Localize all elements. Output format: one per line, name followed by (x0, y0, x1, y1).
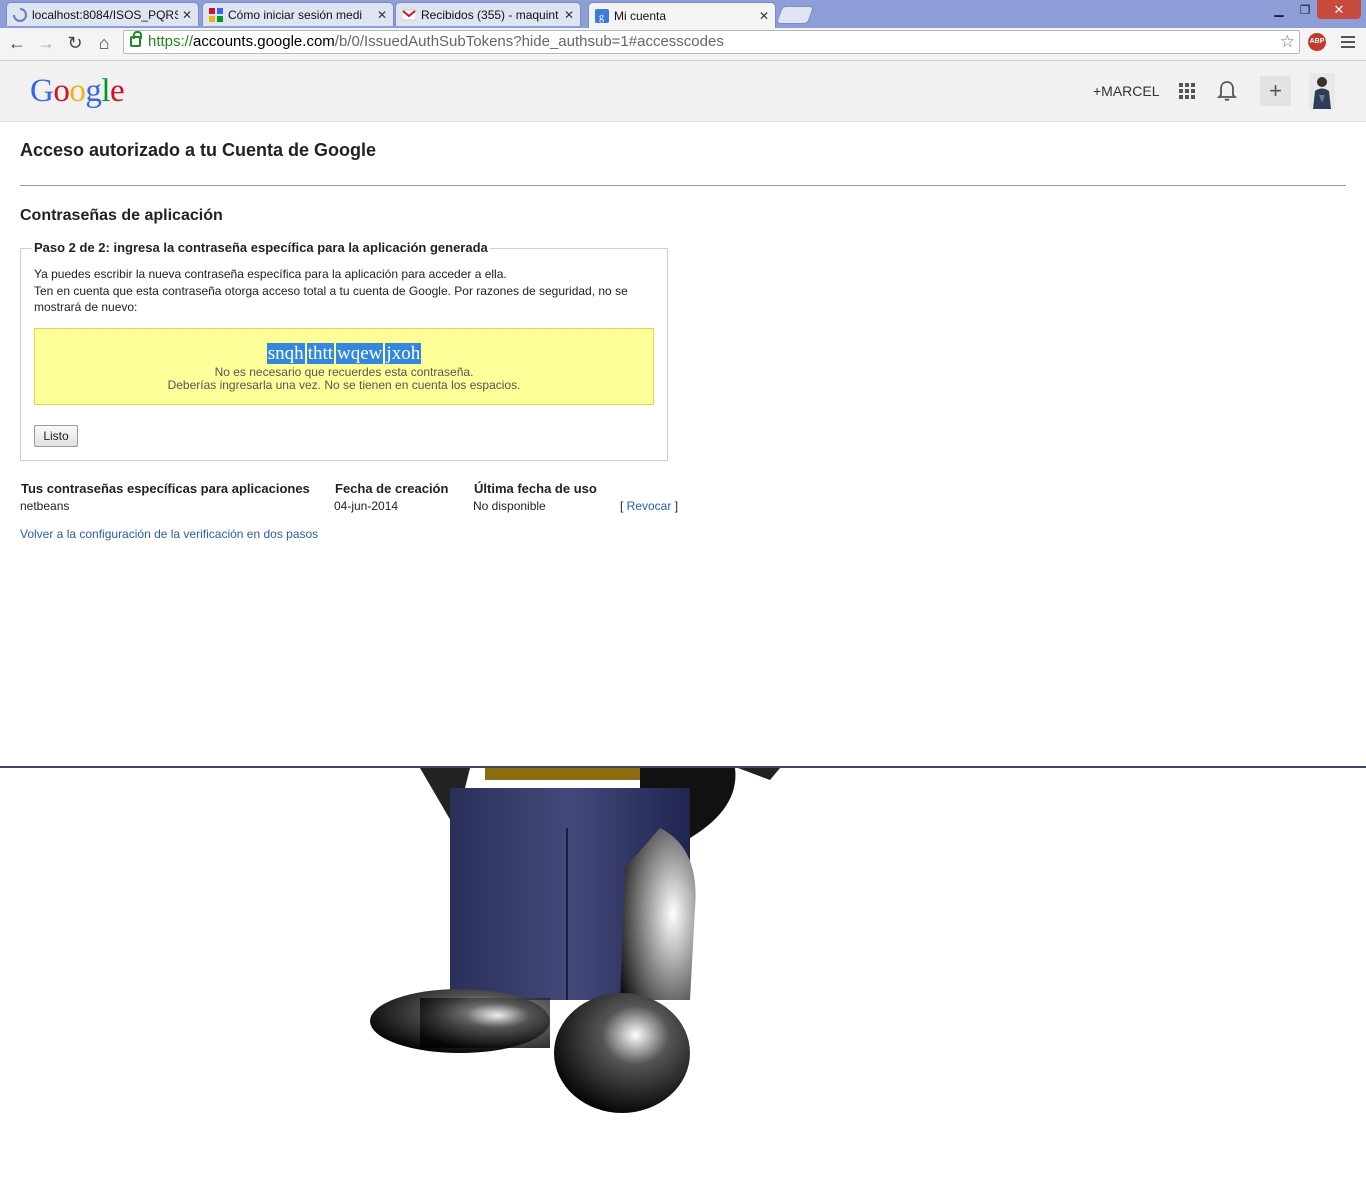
password-group: jxoh (385, 343, 422, 364)
bookmark-star-icon[interactable]: ☆ (1280, 31, 1295, 53)
logo-letter: G (30, 73, 54, 109)
google-header: Google +MARCEL + (0, 61, 1366, 122)
adblock-plus-icon[interactable]: ABP (1308, 33, 1326, 51)
divider (20, 185, 1346, 186)
reload-icon[interactable]: ↻ (64, 32, 86, 54)
intro-line: Ten en cuenta que esta contraseña otorga… (34, 283, 628, 315)
app-password-last-used: No disponible (473, 499, 546, 513)
logo-letter: o (69, 73, 86, 109)
browser-toolbar: ← → ↻ ⌂ https://accounts.google.com/b/0/… (0, 28, 1366, 61)
account-avatar[interactable] (1309, 73, 1335, 109)
svg-text:g: g (599, 12, 604, 23)
tab-title: Cómo iniciar sesión medi (228, 7, 363, 22)
tab-title: Recibidos (355) - maquint (421, 7, 559, 22)
done-button[interactable]: Listo (34, 425, 78, 447)
back-icon[interactable]: ← (6, 32, 28, 54)
loading-icon (13, 7, 27, 22)
url-path: /b/0/IssuedAuthSubTokens?hide_authsub=1#… (334, 33, 724, 50)
column-header-name: Tus contraseñas específicas para aplicac… (21, 481, 310, 496)
revoke-wrapper: [ Revocar ] (620, 499, 679, 513)
restore-icon[interactable]: ❐ (1290, 0, 1320, 20)
page-title: Acceso autorizado a tu Cuenta de Google (20, 140, 377, 160)
browser-tab-sites[interactable]: Cómo iniciar sesión medi ✕ (202, 2, 394, 26)
browser-tab-gmail[interactable]: Recibidos (355) - maquint ✕ (395, 2, 581, 26)
revoke-link[interactable]: Revocar (627, 499, 672, 513)
notifications-bell-icon[interactable] (1216, 80, 1238, 102)
gmail-icon (401, 8, 417, 22)
column-header-last-used: Última fecha de uso (474, 481, 597, 496)
url-host: accounts.google.com (193, 33, 335, 50)
tab-close-icon[interactable]: ✕ (759, 9, 769, 23)
desktop-wallpaper-figure (0, 768, 1366, 1181)
forward-icon[interactable]: → (35, 32, 57, 54)
tab-close-icon[interactable]: ✕ (182, 8, 192, 22)
google-g-icon: g (595, 8, 609, 23)
lock-icon (130, 31, 142, 47)
url-scheme: https:// (148, 33, 194, 50)
app-password-created: 04-jun-2014 (334, 499, 399, 513)
password-note-line: Deberías ingresarla una vez. No se tiene… (167, 378, 521, 392)
generated-password[interactable]: snqh thtt wqew jxoh (35, 343, 653, 365)
tab-title: Mi cuenta (614, 8, 667, 23)
google-logo[interactable]: Google (30, 73, 125, 110)
new-tab-button[interactable] (775, 6, 815, 24)
tab-title: localhost:8084/ISOS_PQRS (32, 7, 178, 22)
logo-letter: l (101, 73, 111, 109)
window-close-icon[interactable]: ✕ (1317, 0, 1361, 19)
logo-letter: o (53, 73, 70, 109)
browser-menu-icon[interactable] (1341, 36, 1355, 51)
browser-tab-localhost[interactable]: localhost:8084/ISOS_PQRS ✕ (6, 2, 199, 26)
password-note: No es necesario que recuerdes esta contr… (35, 366, 653, 392)
apps-grid-icon[interactable] (1179, 83, 1195, 99)
home-icon[interactable]: ⌂ (93, 32, 115, 54)
tab-close-icon[interactable]: ✕ (564, 8, 574, 22)
address-bar[interactable]: https://accounts.google.com/b/0/IssuedAu… (123, 30, 1300, 54)
browser-tab-mi-cuenta[interactable]: g Mi cuenta ✕ (588, 2, 776, 28)
logo-letter: e (110, 73, 125, 109)
google-plus-profile-link[interactable]: +MARCEL (1093, 83, 1160, 99)
google-sites-icon (209, 7, 223, 22)
section-title: Contraseñas de aplicación (20, 207, 223, 224)
back-to-2sv-settings-link[interactable]: Volver a la configuración de la verifica… (20, 527, 318, 541)
logo-letter: g (85, 73, 102, 109)
column-header-created: Fecha de creación (335, 481, 449, 496)
intro-line: Ya puedes escribir la nueva contraseña e… (34, 267, 507, 281)
app-password-name: netbeans (20, 499, 70, 513)
share-plus-button[interactable]: + (1260, 76, 1291, 106)
browser-titlebar: localhost:8084/ISOS_PQRS ✕ Cómo iniciar … (0, 0, 1366, 28)
password-group: wqew (336, 343, 384, 364)
step-legend: Paso 2 de 2: ingresa la contraseña espec… (32, 240, 490, 255)
tab-close-icon[interactable]: ✕ (377, 8, 387, 22)
password-group: snqh (266, 343, 305, 364)
intro-text: Ya puedes escribir la nueva contraseña e… (34, 266, 654, 316)
password-group: thtt (306, 343, 335, 364)
generated-password-box: snqh thtt wqew jxoh No es necesario que rec… (34, 328, 654, 405)
